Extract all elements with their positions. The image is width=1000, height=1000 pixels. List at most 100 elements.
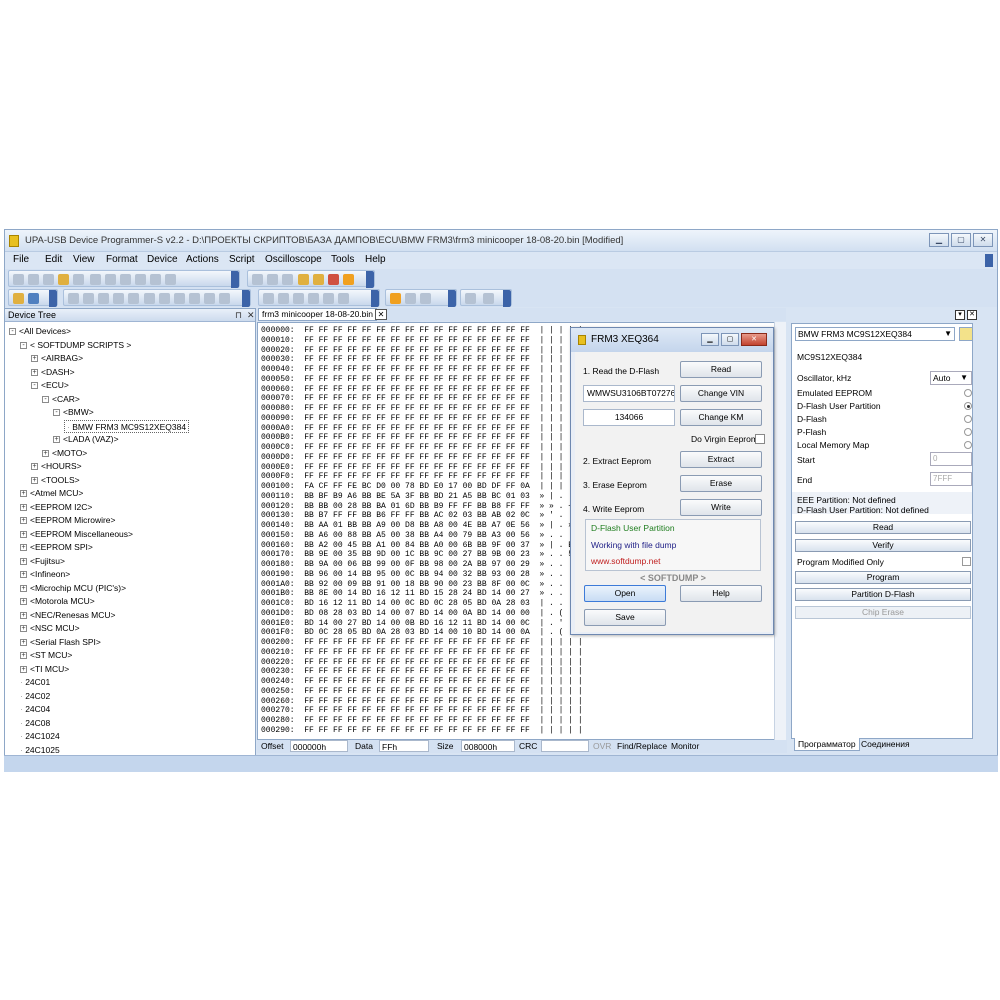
tree-node[interactable]: + <Atmel MCU>	[20, 487, 83, 500]
hex-row[interactable]: 000080: FF FF FF FF FF FF FF FF FF FF FF…	[261, 404, 583, 414]
tree-node[interactable]: + <TI MCU>	[20, 663, 69, 676]
record-icon[interactable]	[13, 274, 24, 285]
hex-row[interactable]: 000060: FF FF FF FF FF FF FF FF FF FF FF…	[261, 385, 583, 395]
save-button[interactable]: Save	[584, 609, 666, 626]
hex-row[interactable]: 000260: FF FF FF FF FF FF FF FF FF FF FF…	[261, 697, 583, 707]
toolbar-overflow-icon[interactable]	[371, 290, 379, 307]
menu-oscilloscope[interactable]: Oscilloscope	[265, 254, 322, 265]
hex-file-tab[interactable]: frm3 minicooper 18-08-20.bin	[258, 308, 378, 321]
hex-row[interactable]: 0001C0: BD 16 12 11 BD 14 00 0C BD 0C 28…	[261, 599, 583, 609]
tree-node[interactable]: + <EEPROM SPI>	[20, 541, 93, 554]
device-config-icon[interactable]	[959, 327, 973, 341]
unprotect-icon[interactable]	[174, 293, 185, 304]
expand-icon[interactable]: +	[20, 598, 27, 606]
hex-row[interactable]: 000220: FF FF FF FF FF FF FF FF FF FF FF…	[261, 658, 583, 668]
km-input[interactable]: 134066	[583, 409, 675, 426]
tab-programmer[interactable]: Программатор	[794, 738, 860, 751]
menu-format[interactable]: Format	[106, 254, 138, 265]
expand-icon[interactable]: +	[20, 571, 27, 579]
auto-icon[interactable]	[144, 293, 155, 304]
paste-icon[interactable]	[58, 274, 69, 285]
program-modified-checkbox[interactable]	[962, 557, 971, 566]
sigma-icon[interactable]	[343, 274, 354, 285]
chip-erase-button[interactable]: Chip Erase	[795, 606, 971, 619]
tree-node[interactable]: + <AIRBAG>	[31, 352, 83, 365]
tree-node[interactable]: - <All Devices>	[9, 325, 71, 338]
start-input[interactable]: 0	[930, 452, 972, 466]
tree-node[interactable]: + <Microchip MCU (PIC's)>	[20, 582, 126, 595]
pointer-icon[interactable]	[390, 293, 401, 304]
expand-icon[interactable]: +	[31, 476, 38, 484]
toolbar-overflow-icon[interactable]	[49, 290, 57, 307]
menu-view[interactable]: View	[73, 254, 95, 265]
read-button[interactable]: Read	[795, 521, 971, 534]
edit-icon[interactable]	[135, 274, 146, 285]
open-button[interactable]: Open	[584, 585, 666, 602]
menu-overflow-icon[interactable]	[985, 254, 993, 267]
hex-row[interactable]: 0000B0: FF FF FF FF FF FF FF FF FF FF FF…	[261, 433, 583, 443]
pin-icon[interactable]: ⊓	[235, 310, 242, 321]
expand-icon[interactable]: +	[20, 517, 27, 525]
hex-row[interactable]: 000120: BB BB 00 28 BB BA 01 6D BB B9 FF…	[261, 502, 583, 512]
toolbar-overflow-icon[interactable]	[503, 290, 511, 307]
verify-icon[interactable]	[83, 293, 94, 304]
menu-help[interactable]: Help	[365, 254, 386, 265]
hex-row[interactable]: 000030: FF FF FF FF FF FF FF FF FF FF FF…	[261, 355, 583, 365]
collapse-icon[interactable]: -	[31, 382, 38, 390]
save-file-icon[interactable]	[28, 293, 39, 304]
expand-icon[interactable]: +	[31, 355, 38, 363]
radio-dflash[interactable]	[964, 415, 972, 423]
replace-icon[interactable]	[105, 274, 116, 285]
hex-row[interactable]: 000050: FF FF FF FF FF FF FF FF FF FF FF…	[261, 375, 583, 385]
view-hex-icon[interactable]	[263, 293, 274, 304]
expand-icon[interactable]: +	[20, 557, 27, 565]
expand-icon[interactable]: +	[20, 611, 27, 619]
dialog-minimize-button[interactable]: ▁	[701, 333, 719, 346]
radio-emulated-eeprom[interactable]	[964, 389, 972, 397]
panel-close-icon[interactable]: ✕	[967, 310, 977, 320]
partition-dflash-button[interactable]: Partition D-Flash	[795, 588, 971, 601]
expand-icon[interactable]: +	[42, 449, 49, 457]
program-icon[interactable]	[113, 293, 124, 304]
hex-row[interactable]: 000250: FF FF FF FF FF FF FF FF FF FF FF…	[261, 687, 583, 697]
change-vin-button[interactable]: Change VIN	[680, 385, 762, 402]
dialog-close-button[interactable]: ✕	[741, 333, 767, 346]
bug-icon[interactable]	[328, 274, 339, 285]
panel-menu-icon[interactable]: ▾	[955, 310, 965, 320]
tree-node[interactable]: + <Serial Flash SPI>	[20, 636, 101, 649]
hex-row[interactable]: 000090: FF FF FF FF FF FF FF FF FF FF FF…	[261, 414, 583, 424]
title-bar[interactable]: UPA-USB Device Programmer-S v2.2 - D:\ПР…	[5, 230, 997, 252]
expand-icon[interactable]: +	[20, 530, 27, 538]
hex-row[interactable]: 000140: BB AA 01 BB BB A9 00 D8 BB A8 00…	[261, 521, 583, 531]
tree-node[interactable]: + <LADA (VAZ)>	[53, 433, 119, 446]
size-field[interactable]: 008000h	[461, 740, 515, 752]
radio-pflash[interactable]	[964, 428, 972, 436]
read-icon[interactable]	[68, 293, 79, 304]
expand-icon[interactable]: +	[20, 625, 27, 633]
maximize-button[interactable]: ▢	[951, 233, 971, 247]
delete-icon[interactable]	[73, 274, 84, 285]
hex-row[interactable]: 0000A0: FF FF FF FF FF FF FF FF FF FF FF…	[261, 424, 583, 434]
tree-node[interactable]: + <HOURS>	[31, 460, 82, 473]
tree-node[interactable]: + <Motorola MCU>	[20, 595, 95, 608]
write-button[interactable]: Write	[680, 499, 762, 516]
hex-row[interactable]: 000070: FF FF FF FF FF FF FF FF FF FF FF…	[261, 394, 583, 404]
program-button[interactable]: Program	[795, 571, 971, 584]
tree-node[interactable]: + <NEC/Renesas MCU>	[20, 609, 116, 622]
tree-node[interactable]: + <TOOLS>	[31, 474, 80, 487]
minimize-button[interactable]: ▁	[929, 233, 949, 247]
expand-icon[interactable]: +	[20, 584, 27, 592]
tree-node[interactable]: + <EEPROM Microwire>	[20, 514, 116, 527]
protect-icon[interactable]	[159, 293, 170, 304]
tree-node[interactable]: · 24C02	[20, 690, 50, 703]
hex-row[interactable]: 0000F0: FF FF FF FF FF FF FF FF FF FF FF…	[261, 472, 583, 482]
tab-connections[interactable]: Соединения	[858, 738, 913, 751]
tab-close-icon[interactable]: ✕	[375, 309, 387, 320]
view-bin-icon[interactable]	[338, 293, 349, 304]
hex-row[interactable]: 000270: FF FF FF FF FF FF FF FF FF FF FF…	[261, 706, 583, 716]
end-input[interactable]: 7FFF	[930, 472, 972, 486]
erase-icon[interactable]	[98, 293, 109, 304]
tree-node[interactable]: - <CAR>	[42, 393, 80, 406]
hex-row[interactable]: 000130: BB B7 FF FF BB B6 FF FF BB AC 02…	[261, 511, 583, 521]
hex-row[interactable]: 000200: FF FF FF FF FF FF FF FF FF FF FF…	[261, 638, 583, 648]
